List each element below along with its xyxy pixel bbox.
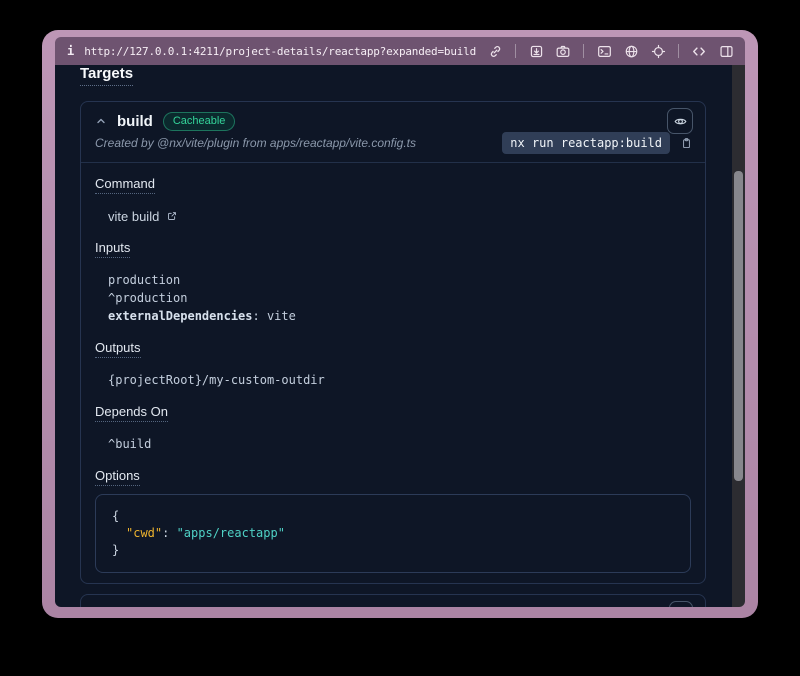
- targets-heading: Targets: [80, 65, 133, 86]
- json-line: "cwd": "apps/reactapp": [112, 525, 674, 542]
- json-line: {: [112, 508, 674, 525]
- split-panel-icon[interactable]: [717, 42, 735, 60]
- input-dep-sep: :: [253, 309, 267, 323]
- link-icon[interactable]: [486, 42, 504, 60]
- build-card-header[interactable]: build Cacheable: [81, 102, 705, 132]
- browser-window: i http://127.0.0.1:4211/project-details/…: [42, 30, 758, 618]
- input-item: ^production: [108, 289, 691, 307]
- target-name: serve: [117, 605, 154, 607]
- target-card-serve: serve vite serve: [80, 594, 706, 607]
- input-item: production: [108, 271, 691, 289]
- depends-on-item: ^build: [108, 435, 691, 453]
- run-command-chip: nx run reactapp:build: [502, 132, 670, 154]
- toolbar-divider: [678, 44, 679, 58]
- inputs-heading: Inputs: [95, 240, 130, 258]
- depends-on-heading: Depends On: [95, 404, 168, 422]
- view-target-button[interactable]: [669, 601, 693, 607]
- output-item: {projectRoot}/my-custom-outdir: [108, 371, 691, 389]
- cacheable-badge: Cacheable: [163, 112, 236, 131]
- command-value: vite build: [108, 209, 159, 224]
- json-string-value: "apps/reactapp": [177, 526, 285, 540]
- target-card-build: build Cacheable Created by @nx/vite/plug…: [80, 101, 706, 584]
- input-dep-value: vite: [267, 309, 296, 323]
- section-outputs: Outputs {projectRoot}/my-custom-outdir: [95, 339, 691, 389]
- url-toolbar: i http://127.0.0.1:4211/project-details/…: [55, 37, 745, 65]
- json-key: "cwd": [126, 526, 162, 540]
- view-target-button[interactable]: [667, 108, 693, 134]
- url-field[interactable]: http://127.0.0.1:4211/project-details/re…: [84, 45, 486, 58]
- project-details-panel: Targets build Cacheable: [55, 65, 732, 607]
- serve-card-header[interactable]: serve vite serve: [81, 595, 705, 607]
- toolbar-divider: [515, 44, 516, 58]
- globe-icon[interactable]: [622, 42, 640, 60]
- section-command: Command vite build: [95, 175, 691, 225]
- target-name: build: [117, 113, 153, 130]
- toolbar-divider: [583, 44, 584, 58]
- created-by-text: Created by @nx/vite/plugin from apps/rea…: [95, 136, 492, 150]
- input-item: externalDependencies: vite: [108, 307, 691, 325]
- input-dep-key: externalDependencies: [108, 309, 253, 323]
- copy-icon[interactable]: [680, 136, 693, 150]
- terminal-icon[interactable]: [595, 42, 613, 60]
- code-icon[interactable]: [690, 42, 708, 60]
- command-heading: Command: [95, 176, 155, 194]
- camera-icon[interactable]: [554, 42, 572, 60]
- info-icon: i: [67, 44, 74, 58]
- scrollbar-thumb[interactable]: [734, 171, 743, 481]
- outputs-heading: Outputs: [95, 340, 141, 358]
- save-capture-icon[interactable]: [527, 42, 545, 60]
- chevron-up-icon[interactable]: [95, 115, 107, 127]
- external-link-icon[interactable]: [166, 210, 178, 222]
- section-inputs: Inputs production ^production externalDe…: [95, 239, 691, 325]
- scrollbar-track[interactable]: [732, 65, 745, 607]
- json-line: }: [112, 542, 674, 559]
- json-colon: :: [162, 526, 176, 540]
- options-heading: Options: [95, 468, 140, 486]
- options-json-block: { "cwd": "apps/reactapp" }: [95, 494, 691, 573]
- target-icon[interactable]: [649, 42, 667, 60]
- section-depends-on: Depends On ^build: [95, 403, 691, 453]
- serve-command-text: vite serve: [164, 606, 218, 607]
- section-options: Options { "cwd": "apps/reactapp" }: [95, 467, 691, 573]
